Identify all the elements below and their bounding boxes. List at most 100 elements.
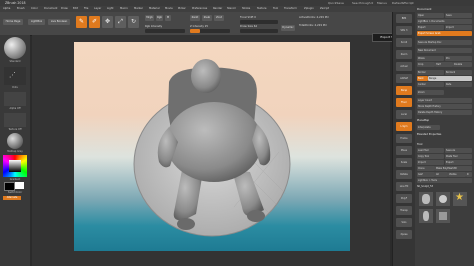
- xpose-button[interactable]: Xpose: [396, 230, 412, 239]
- clone-button[interactable]: Clone: [417, 166, 435, 171]
- spix-button[interactable]: SPix 3: [396, 26, 412, 35]
- make-polymesh3d-button[interactable]: Make PolyMesh3D: [435, 166, 472, 171]
- zsub-button[interactable]: Zsub: [202, 15, 212, 21]
- back-button[interactable]: Back: [417, 76, 428, 81]
- goz-r-button[interactable]: R: [466, 172, 472, 177]
- draw-icon[interactable]: ✐: [89, 16, 100, 28]
- rotate-icon[interactable]: ↻: [128, 16, 139, 28]
- figure-tool-icon[interactable]: [419, 209, 433, 223]
- palette-title: Document: [417, 7, 432, 11]
- export-button[interactable]: Export: [417, 25, 444, 30]
- tool-export-button[interactable]: Export: [445, 160, 472, 165]
- alpha-thumbnail[interactable]: [4, 92, 26, 106]
- edit-icon[interactable]: ✎: [76, 16, 87, 28]
- save-as-startup-doc-button[interactable]: Save As Startup Doc: [417, 40, 472, 45]
- switch-color-label[interactable]: SwitchColor: [2, 191, 28, 194]
- load-tool-button[interactable]: Load Tool: [417, 148, 444, 153]
- polyf-button[interactable]: PolyF: [396, 194, 412, 203]
- move-icon[interactable]: ✥: [102, 16, 113, 28]
- save-as-button[interactable]: Save As: [445, 148, 472, 153]
- lsym-button[interactable]: L.Sym: [396, 122, 412, 131]
- tool-thumbnail[interactable]: [419, 192, 433, 206]
- mrgb-button[interactable]: Mrgb: [145, 15, 154, 21]
- color-picker[interactable]: [3, 155, 27, 177]
- wsize-button[interactable]: Wsize: [417, 56, 444, 61]
- planemap-label[interactable]: PlaneMap: [417, 119, 429, 122]
- goz-button[interactable]: GoZ: [417, 172, 435, 177]
- focal-shift-slider[interactable]: [240, 20, 278, 24]
- live-boolean-button[interactable]: Live Boolean: [48, 19, 70, 25]
- rate-button[interactable]: Rate: [445, 82, 472, 87]
- main-color-swatch[interactable]: [4, 182, 15, 191]
- zoom-doc-button[interactable]: Zoom: [417, 90, 444, 95]
- border2-button[interactable]: Border2: [445, 70, 472, 75]
- m-button[interactable]: M: [165, 15, 171, 21]
- home-page-button[interactable]: Home Page: [3, 19, 23, 25]
- persp-button[interactable]: Persp: [396, 86, 412, 95]
- zadd-button[interactable]: Zadd: [190, 15, 200, 21]
- line-fill-button[interactable]: Line Fill: [396, 182, 412, 191]
- rgb-button[interactable]: Rgb: [156, 15, 163, 21]
- rgb-intensity-slider[interactable]: [145, 29, 185, 33]
- total-points-readout: TotalPoints: 4,229 Mil: [299, 24, 327, 27]
- draw-size-slider[interactable]: [240, 29, 278, 33]
- cube-tool-icon[interactable]: [436, 209, 450, 223]
- move-view-button[interactable]: Move: [396, 146, 412, 155]
- border-button[interactable]: Border: [417, 70, 444, 75]
- crop-button[interactable]: Crop: [417, 62, 435, 67]
- z-intensity-slider[interactable]: [190, 29, 230, 33]
- brush-thumbnail[interactable]: [4, 37, 26, 59]
- save-button[interactable]: Save: [445, 13, 472, 18]
- open-button[interactable]: Open: [417, 13, 444, 18]
- bpr-button[interactable]: BPR: [396, 14, 412, 23]
- sphere-tool-icon[interactable]: [436, 192, 450, 206]
- texture-thumbnail[interactable]: [4, 113, 26, 127]
- actual-button[interactable]: Actual: [396, 62, 412, 71]
- document-palette: Document Open Save LightBox > Documents …: [415, 6, 474, 266]
- paste-tool-button[interactable]: Paste Tool: [445, 154, 472, 159]
- solo-button[interactable]: Solo: [396, 218, 412, 227]
- star-tool-icon[interactable]: ★: [453, 192, 467, 206]
- back-color-swatch[interactable]: Range: [428, 76, 472, 81]
- center-button[interactable]: Center: [417, 82, 444, 87]
- pro-button[interactable]: Pro: [445, 56, 472, 61]
- goz-visible-button[interactable]: Visible: [448, 172, 466, 177]
- half-button[interactable]: Half: [435, 62, 453, 67]
- scale-icon[interactable]: ⤢: [115, 16, 126, 28]
- elevated-properties-label: Elevated Properties: [417, 133, 442, 136]
- frame-button[interactable]: Frame: [396, 134, 412, 143]
- zcut-button[interactable]: Zcut: [214, 15, 224, 21]
- delete-depth-history-button[interactable]: Delete Depth History: [417, 110, 472, 115]
- lightbox-button[interactable]: LightBox: [28, 19, 45, 25]
- goz-all-button[interactable]: All: [435, 172, 448, 177]
- stroke-thumbnail[interactable]: ⋰: [4, 67, 26, 85]
- torso: [166, 102, 262, 182]
- store-depth-history-button[interactable]: Store Depth History: [417, 104, 472, 109]
- import-button[interactable]: Import: [445, 25, 472, 30]
- transp-button[interactable]: Transp: [396, 206, 412, 215]
- local-button[interactable]: Local: [396, 110, 412, 119]
- rotate-view-button[interactable]: Rotate: [396, 170, 412, 179]
- tool-import-button[interactable]: Import: [417, 160, 444, 165]
- gradient-label: Gradient: [9, 178, 21, 181]
- secondary-color-swatch[interactable]: [15, 182, 24, 189]
- copy-tool-button[interactable]: Copy Tool: [417, 154, 444, 159]
- layer-count-button[interactable]: Layer Count: [417, 98, 472, 103]
- alternate-button[interactable]: Alternate: [3, 196, 21, 200]
- scroll-button[interactable]: Scroll: [396, 38, 412, 47]
- zoom-button[interactable]: Zoom: [396, 50, 412, 59]
- lightbox-documents-button[interactable]: LightBox > Documents: [417, 19, 472, 24]
- scale-view-button[interactable]: Scale: [396, 158, 412, 167]
- lightbox-tools-button[interactable]: Lightbox > Tools: [417, 178, 472, 183]
- draw-size-label: Draw Size 64: [240, 25, 258, 28]
- right-shelf: BPR SPix 3 Scroll Zoom Actual AAHalf Per…: [392, 12, 415, 266]
- export-screen-grab-button[interactable]: Export Screen Grab: [417, 31, 472, 36]
- interpolate-button[interactable]: Interpolate: [417, 125, 440, 130]
- material-thumbnail[interactable]: [7, 133, 23, 149]
- new-document-button[interactable]: New Document: [417, 48, 472, 53]
- dynamic-button[interactable]: Dynamic: [281, 25, 295, 31]
- floor-button[interactable]: Floor: [396, 98, 412, 107]
- double-button[interactable]: Double: [453, 62, 472, 67]
- canvas[interactable]: [74, 42, 350, 251]
- aahalf-button[interactable]: AAHalf: [396, 74, 412, 83]
